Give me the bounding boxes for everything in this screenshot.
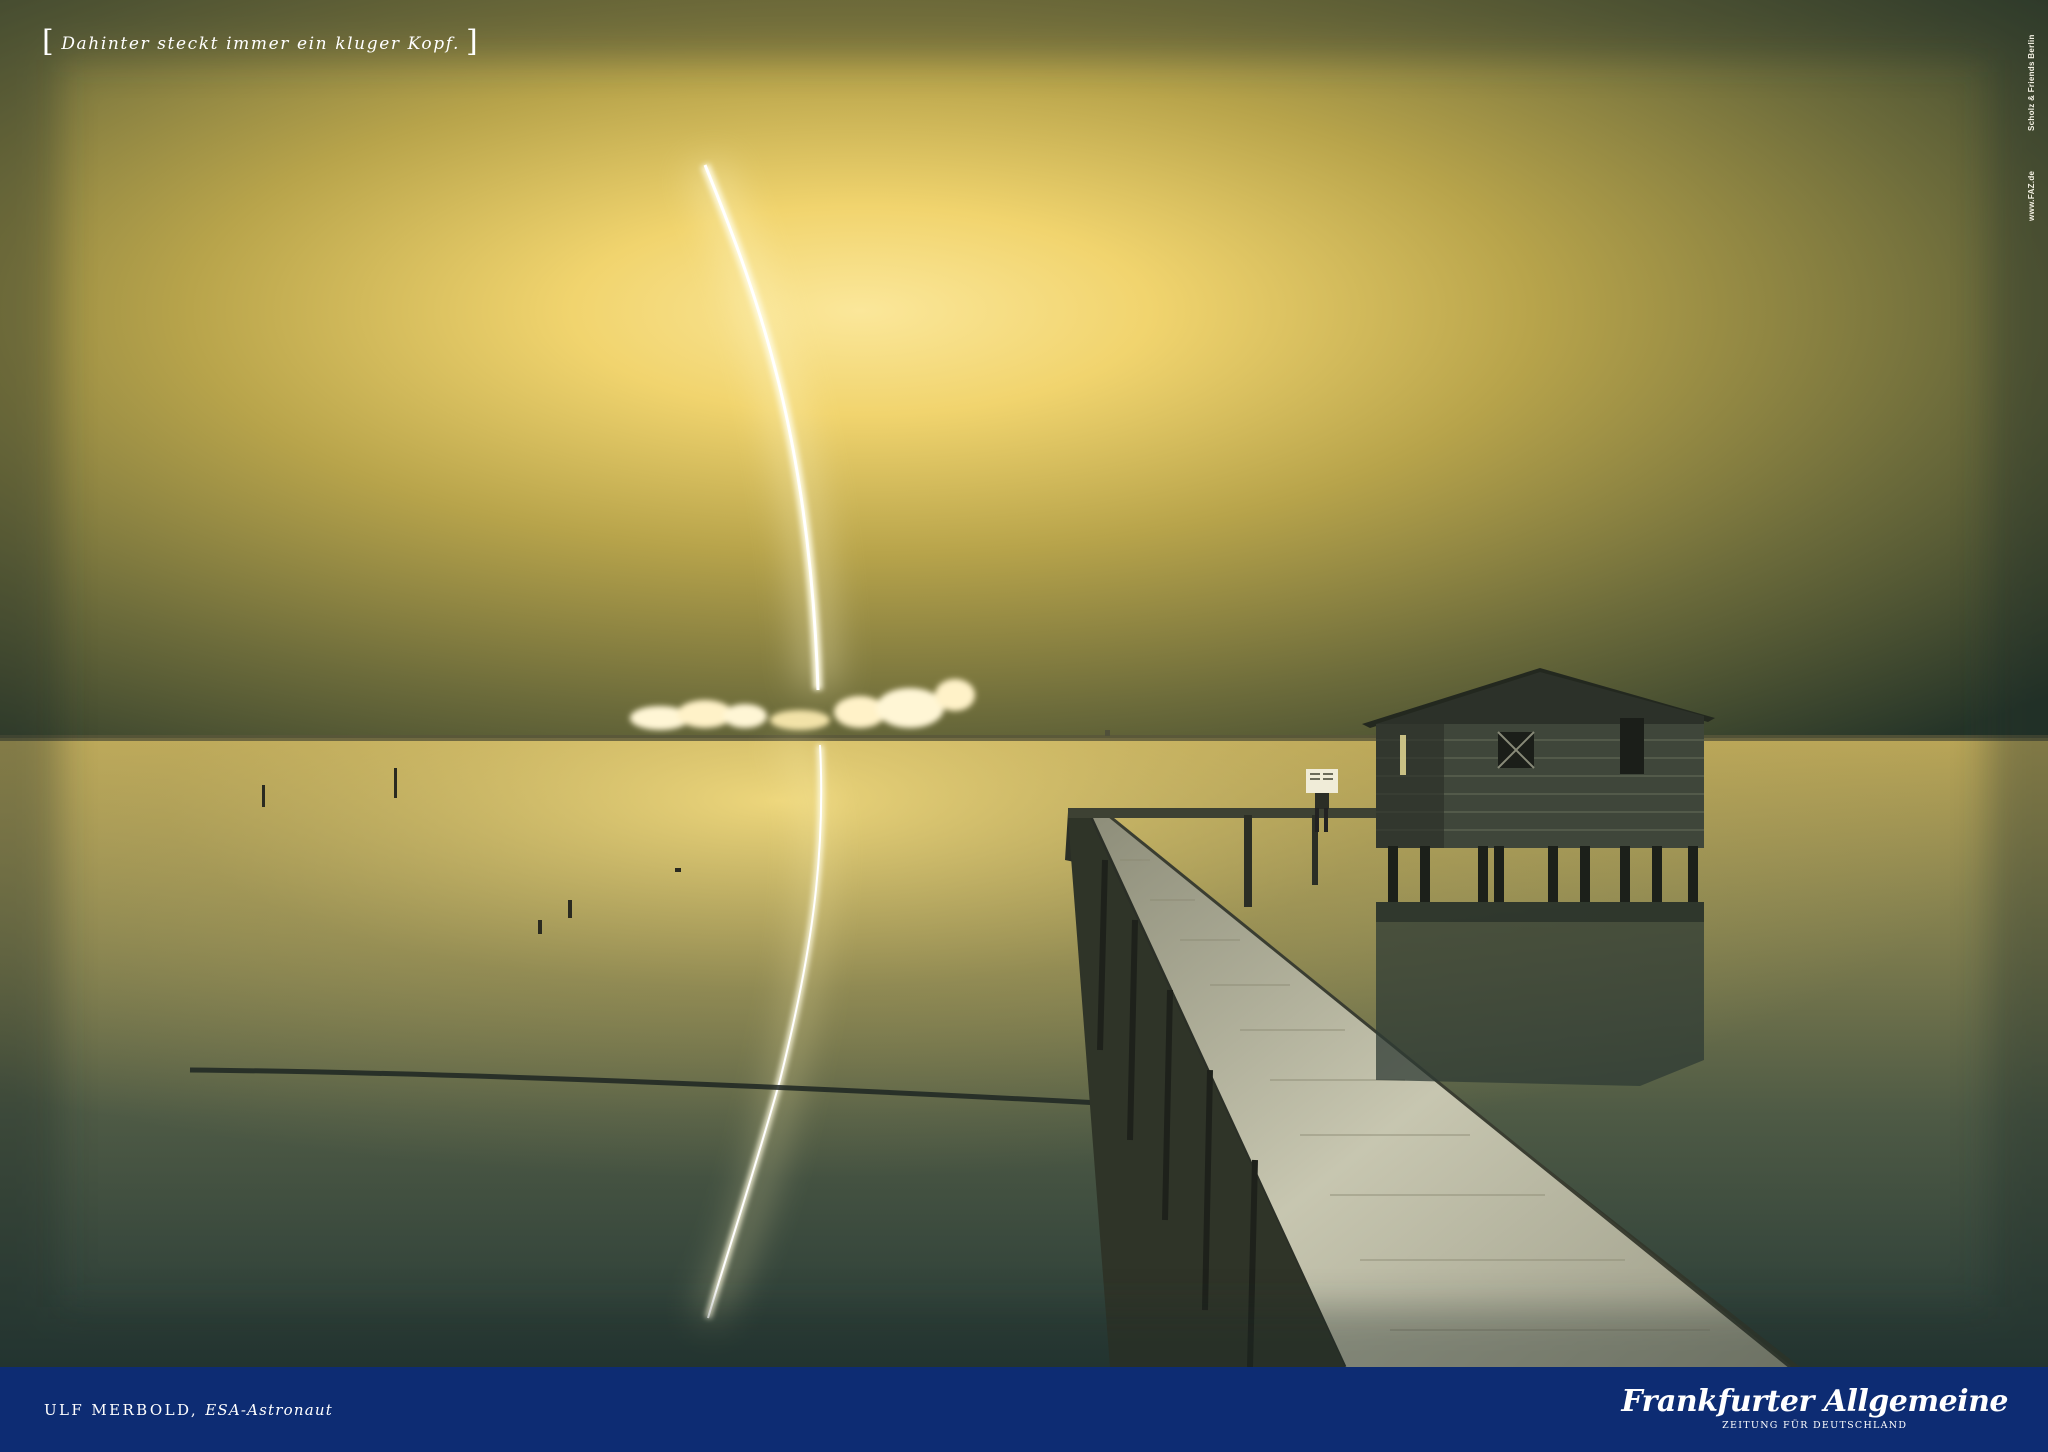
side-credits: www.FAZ.de Scholz & Friends Berlin [2027, 34, 2036, 221]
person-name: ULF MERBOLD, [44, 1401, 199, 1419]
logo-masthead: Frankfurter Allgemeine [1621, 1384, 2008, 1419]
newspaper-logo: Frankfurter Allgemeine ZEITUNG FÜR DEUTS… [1621, 1384, 2008, 1432]
poster: [ Dahinter steckt immer ein kluger Kopf.… [0, 0, 2048, 1452]
caption: ULF MERBOLD, ESA-Astronaut [44, 1401, 333, 1419]
website-credit: www.FAZ.de [2027, 170, 2036, 221]
sky [0, 0, 2048, 740]
tagline-text: Dahinter steckt immer ein kluger Kopf. [61, 33, 461, 54]
photo-scene [0, 0, 2048, 1367]
footer-band: ULF MERBOLD, ESA-Astronaut Frankfurter A… [0, 1367, 2048, 1452]
tagline-bracket-close: ] [466, 24, 480, 59]
person-role: ESA-Astronaut [205, 1401, 333, 1419]
logo-subtitle: ZEITUNG FÜR DEUTSCHLAND [1722, 1420, 1908, 1431]
agency-credit: Scholz & Friends Berlin [2027, 34, 2036, 131]
tagline-bracket-open: [ [42, 24, 56, 59]
scene-illustration [0, 0, 2048, 1367]
horizon [0, 735, 2048, 741]
tagline: [ Dahinter steckt immer ein kluger Kopf.… [42, 24, 480, 59]
